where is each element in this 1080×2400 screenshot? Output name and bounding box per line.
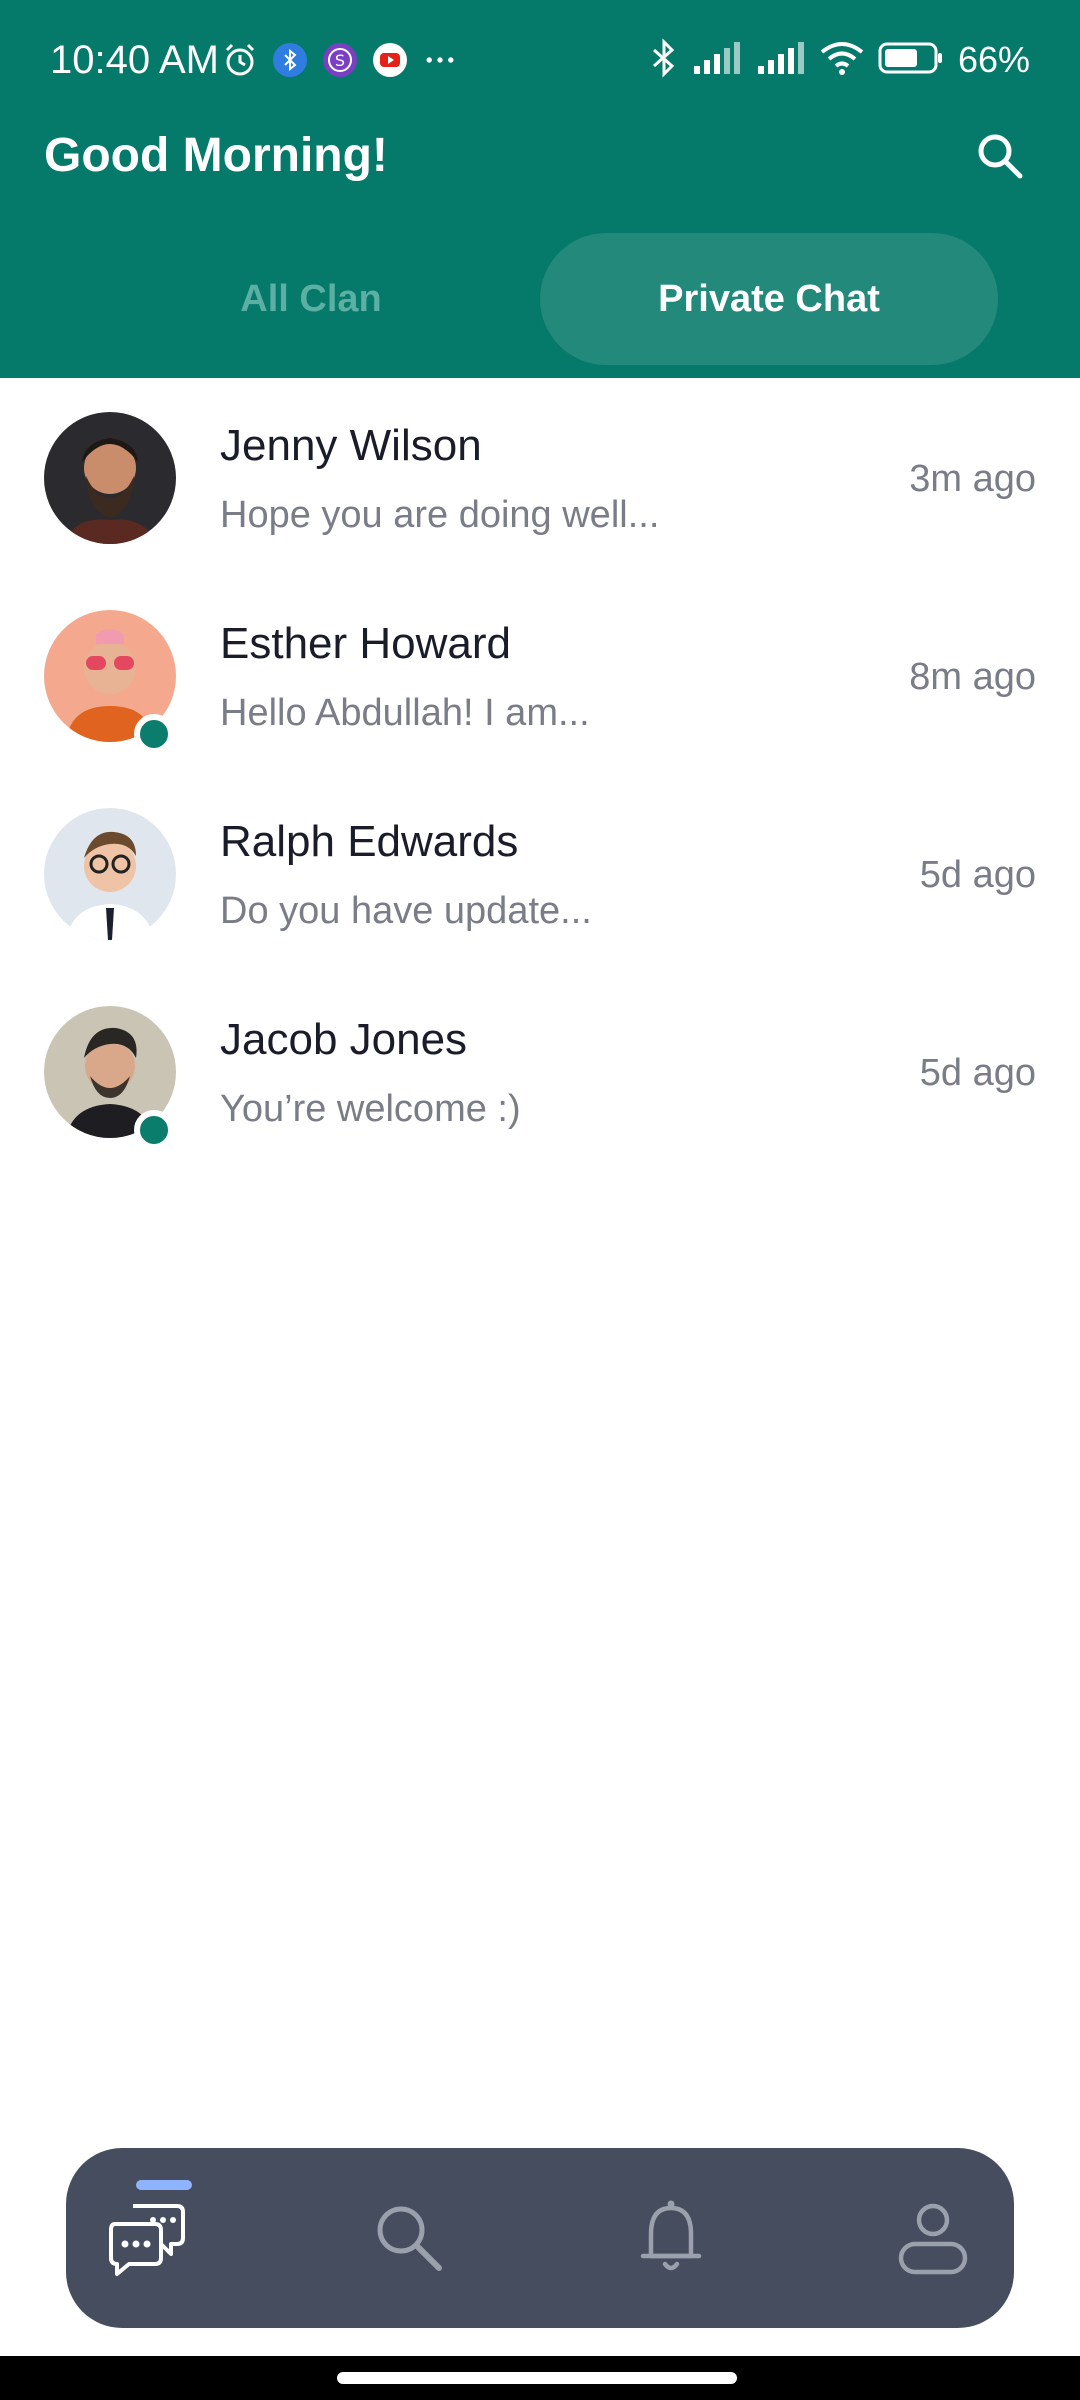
chat-preview: Hope you are doing well...	[220, 494, 660, 536]
status-bar: 10:40 AM S 66%	[0, 0, 1080, 120]
header-search-button[interactable]	[970, 126, 1030, 186]
chat-time: 3m ago	[909, 458, 1036, 500]
status-right: 66%	[650, 36, 1030, 84]
status-time: 10:40 AM	[50, 38, 220, 82]
chat-time: 5d ago	[919, 854, 1036, 896]
tab-private-chat[interactable]: Private Chat	[540, 233, 998, 365]
bluetooth-app-icon	[272, 42, 308, 78]
bluetooth-icon	[650, 37, 678, 83]
chat-name: Jacob Jones	[220, 1015, 468, 1064]
chat-name: Ralph Edwards	[220, 817, 519, 866]
chat-time: 5d ago	[919, 1052, 1036, 1094]
svg-text:S: S	[335, 51, 345, 70]
nav-chats[interactable]	[82, 2148, 212, 2328]
bottom-nav	[66, 2148, 1014, 2328]
chat-icon	[109, 2204, 185, 2276]
notification-icons: S	[222, 40, 458, 80]
chat-item[interactable]: Jenny Wilson Hope you are doing well... …	[0, 378, 1080, 576]
app-s-icon: S	[322, 42, 358, 78]
avatar	[44, 412, 176, 544]
search-icon	[978, 134, 1023, 179]
chat-time: 8m ago	[909, 656, 1036, 698]
wifi-icon	[820, 40, 864, 81]
home-gesture-handle[interactable]	[337, 2372, 737, 2384]
chat-item[interactable]: Esther Howard Hello Abdullah! I am... 8m…	[0, 576, 1080, 774]
chat-name: Jenny Wilson	[220, 421, 482, 470]
chat-preview: Hello Abdullah! I am...	[220, 692, 590, 734]
greeting-title: Good Morning!	[44, 129, 388, 182]
online-indicator	[134, 714, 174, 754]
chat-preview: You’re welcome :)	[220, 1088, 521, 1130]
chat-list: Jenny Wilson Hope you are doing well... …	[0, 378, 1080, 1170]
profile-icon	[898, 2203, 968, 2275]
nav-search[interactable]	[344, 2148, 474, 2328]
tab-all-clan[interactable]: All Clan	[160, 233, 462, 365]
battery-percent: 66%	[957, 39, 1030, 80]
online-indicator	[134, 1110, 174, 1150]
search-icon	[377, 2206, 442, 2271]
chat-tabs: All Clan Private Chat	[160, 233, 998, 365]
signal-icon	[692, 40, 742, 81]
nav-profile[interactable]	[868, 2148, 998, 2328]
battery-icon	[878, 42, 944, 79]
chat-item[interactable]: Jacob Jones You’re welcome :) 5d ago	[0, 972, 1080, 1170]
youtube-icon	[372, 42, 408, 78]
chat-preview: Do you have update...	[220, 890, 592, 932]
avatar	[44, 808, 176, 940]
chat-item[interactable]: Ralph Edwards Do you have update... 5d a…	[0, 774, 1080, 972]
nav-notifications[interactable]	[606, 2148, 736, 2328]
alarm-icon	[222, 42, 258, 78]
signal-icon-2	[756, 40, 806, 81]
nav-active-indicator	[136, 2180, 192, 2190]
bell-icon	[640, 2200, 702, 2271]
app-header: 10:40 AM S 66% Good Morning! All Clan Pr…	[0, 0, 1080, 378]
more-notifications-icon	[422, 42, 458, 78]
chat-name: Esther Howard	[220, 619, 512, 668]
